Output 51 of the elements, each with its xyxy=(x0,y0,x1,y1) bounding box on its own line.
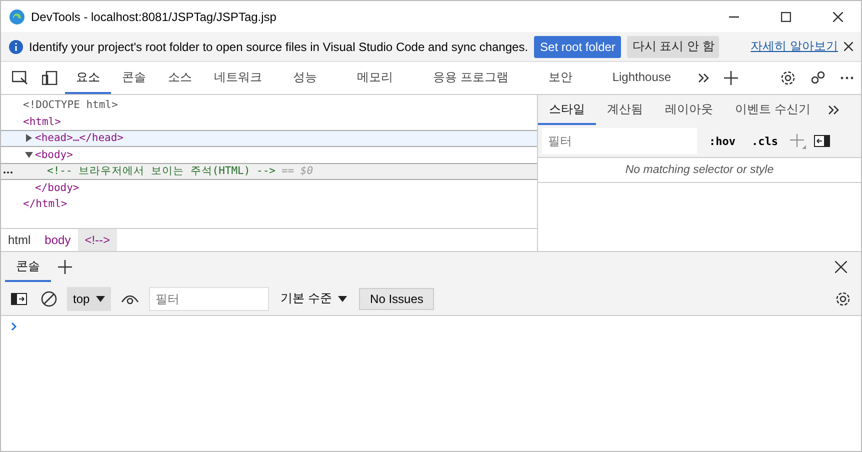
prompt-icon[interactable] xyxy=(11,322,17,331)
node-reference: == $0 xyxy=(281,165,314,178)
empty-styles-message: No matching selector or style xyxy=(538,158,861,183)
element-tag[interactable]: <head>…</head> xyxy=(35,132,124,144)
close-icon[interactable] xyxy=(844,42,853,51)
more-dots-icon[interactable] xyxy=(3,171,13,174)
selected-node-row[interactable]: <!-- 브라우저에서 보이는 주석(HTML) --> == $0 xyxy=(1,163,537,180)
info-icon xyxy=(9,40,23,54)
panel-tab[interactable]: Lighthouse xyxy=(592,62,692,94)
breadcrumb[interactable]: body xyxy=(38,229,78,251)
close-icon[interactable] xyxy=(833,12,843,22)
context-dropdown[interactable]: top xyxy=(67,286,111,310)
filter-field[interactable]: 필터 xyxy=(542,128,697,154)
closing-tag[interactable]: </body> xyxy=(35,182,80,194)
hovered-node-row[interactable]: <head>…</head> xyxy=(1,130,537,146)
cls-toggle[interactable]: .cls xyxy=(748,134,782,148)
closing-tag[interactable]: </html> xyxy=(23,198,68,210)
dismiss-button[interactable]: 다시 표시 안 함 xyxy=(627,36,720,58)
panel-tab[interactable]: 메모리 xyxy=(337,62,413,94)
breadcrumb[interactable]: <!--> xyxy=(78,229,118,251)
panel-tab[interactable]: 요소 xyxy=(65,62,111,94)
doctype-node[interactable]: <!DOCTYPE html> xyxy=(23,99,118,112)
panel-tab[interactable]: 보안 xyxy=(528,62,592,94)
panel-tab[interactable]: 네트워크 xyxy=(203,62,273,94)
element-tag[interactable]: <body> xyxy=(35,148,73,161)
learn-more-link[interactable]: 자세히 알아보기 xyxy=(750,38,838,55)
panel-tab[interactable]: 응용 프로그램 xyxy=(413,62,528,94)
filter-field[interactable]: 필터 xyxy=(148,286,269,310)
browser-logo-icon xyxy=(9,8,25,24)
set-root-folder-button[interactable]: Set root folder xyxy=(534,36,622,58)
add-rule-icon[interactable] xyxy=(790,133,806,149)
sidebar-tab[interactable]: 이벤트 수신기 xyxy=(724,95,822,125)
caret-icon xyxy=(96,296,105,302)
sidebar-tab[interactable]: 레이아웃 xyxy=(654,95,724,125)
panel-tab[interactable]: 소스 xyxy=(157,62,203,94)
info-message: Identify your project's root folder to open source files in Visual Studio Code and sync changes. xyxy=(29,40,528,54)
collapsed-triangle-icon[interactable] xyxy=(25,134,33,142)
maximize-icon[interactable] xyxy=(781,12,791,22)
sidebar-toggle-icon[interactable] xyxy=(814,135,830,147)
panel-tab[interactable]: 성능 xyxy=(273,62,337,94)
hov-toggle[interactable]: :hov xyxy=(705,134,740,148)
breadcrumb[interactable]: html xyxy=(1,229,38,251)
log-level-dropdown[interactable]: 기본 수준 xyxy=(274,286,354,310)
caret-icon xyxy=(338,296,348,302)
sidebar-tab[interactable]: 계산됨 xyxy=(596,95,654,125)
comment-node[interactable]: <!-- 브라우저에서 보이는 주석(HTML) --> xyxy=(47,164,276,178)
element-tag[interactable]: <html> xyxy=(23,116,61,128)
issues-button[interactable]: No Issues xyxy=(359,288,434,310)
window-title: DevTools - localhost:8081/JSPTag/JSPTag.jsp xyxy=(31,10,278,24)
expanded-triangle-icon[interactable] xyxy=(25,150,33,159)
panel-tab[interactable]: 콘솔 xyxy=(111,62,157,94)
